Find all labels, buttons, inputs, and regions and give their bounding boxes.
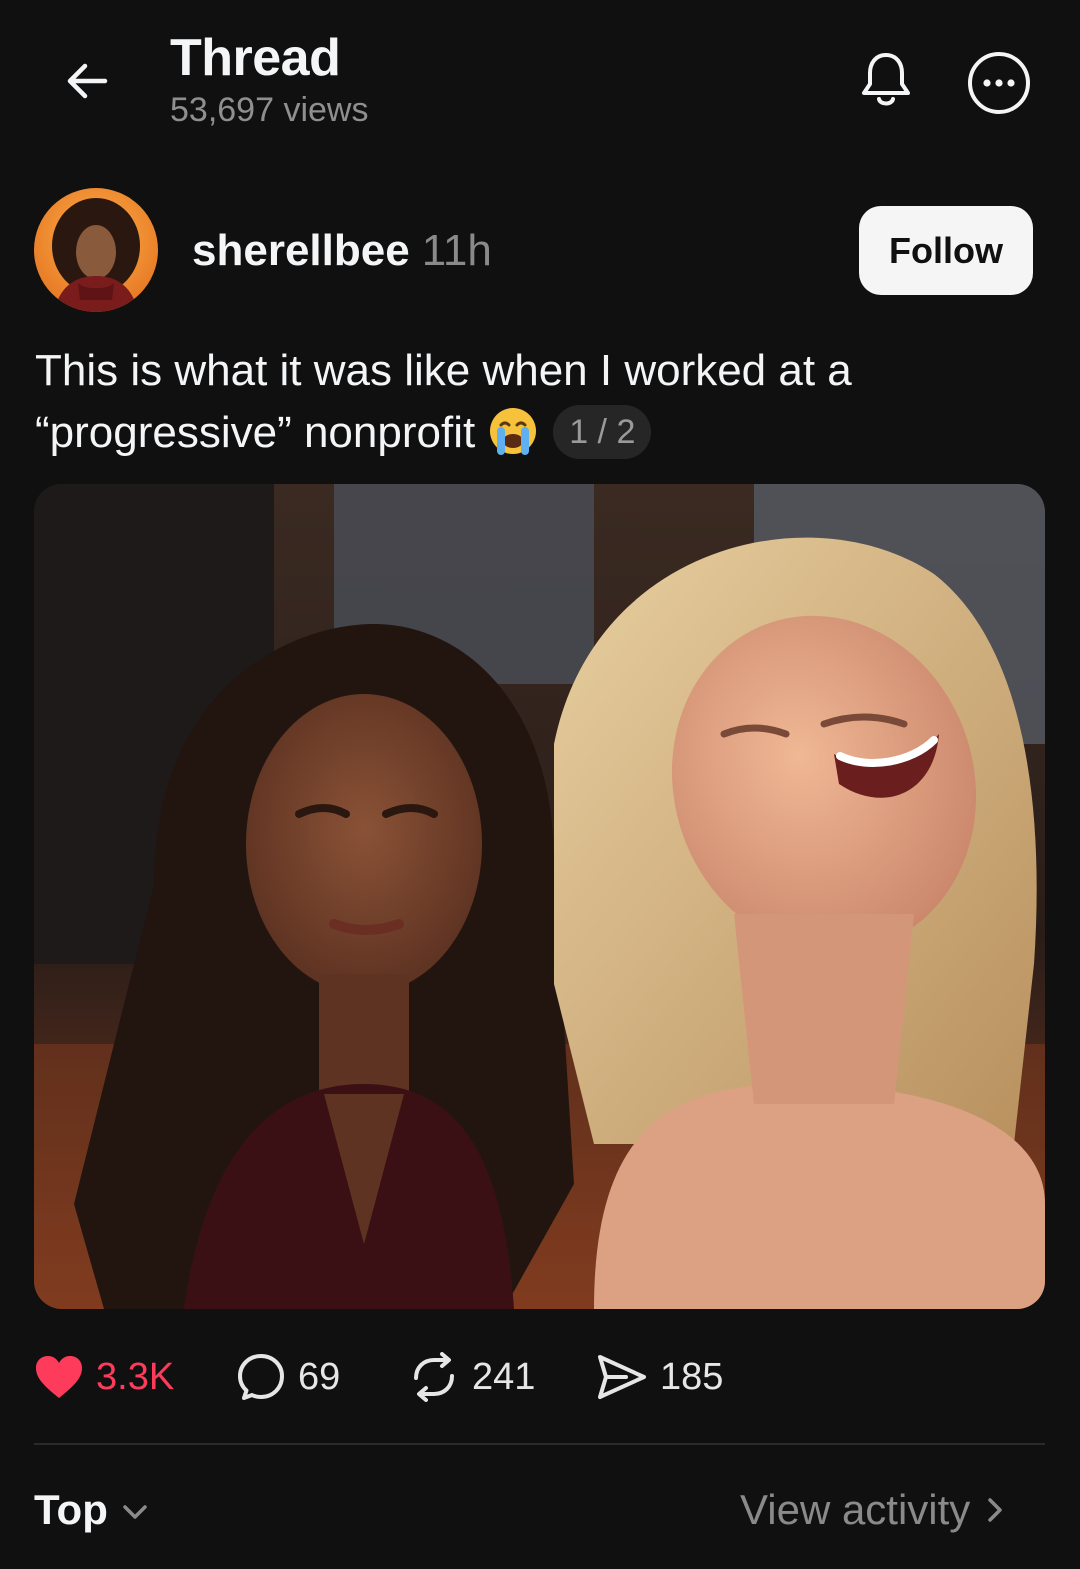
photo-illustration xyxy=(34,484,1045,1309)
crying-face-icon xyxy=(490,408,537,455)
comment-icon xyxy=(238,1354,284,1400)
sort-dropdown[interactable]: Top xyxy=(34,1480,152,1540)
view-activity-label: View activity xyxy=(740,1486,971,1533)
like-button[interactable]: 3.3K xyxy=(34,1345,174,1409)
avatar[interactable] xyxy=(34,188,158,312)
like-count: 3.3K xyxy=(96,1355,175,1398)
sort-label: Top xyxy=(34,1486,108,1533)
chevron-down-icon xyxy=(123,1505,147,1519)
heart-icon xyxy=(36,1356,82,1398)
post-text: “progressive” nonprofit xyxy=(35,408,476,457)
divider xyxy=(34,1443,1045,1445)
post-body: This is what it was like when I worked a… xyxy=(35,340,1045,464)
post-text-line: “progressive” nonprofit 1 / 2 xyxy=(35,402,1045,464)
post-image[interactable] xyxy=(34,484,1045,1309)
view-count: 53,697 views xyxy=(170,91,369,129)
page-title: Thread xyxy=(170,29,341,87)
chevron-right-icon xyxy=(988,1498,1003,1522)
more-options-button[interactable] xyxy=(960,44,1038,122)
author-line: sherellbee 11h xyxy=(192,224,492,278)
follow-button[interactable]: Follow xyxy=(859,206,1033,295)
reply-count: 69 xyxy=(298,1355,341,1398)
more-icon xyxy=(968,52,1030,114)
share-button[interactable]: 185 xyxy=(596,1345,723,1409)
post-timestamp: 11h xyxy=(421,226,492,275)
back-button[interactable] xyxy=(52,46,122,116)
send-icon xyxy=(598,1355,646,1399)
repost-icon xyxy=(414,1352,454,1402)
notifications-button[interactable] xyxy=(850,44,922,116)
username[interactable]: sherellbee xyxy=(192,226,410,275)
bell-icon xyxy=(862,53,910,106)
arrow-left-icon xyxy=(67,63,108,99)
reply-button[interactable]: 69 xyxy=(236,1345,340,1409)
repost-count: 241 xyxy=(472,1355,536,1398)
avatar-image xyxy=(34,188,158,312)
media-page-indicator: 1 / 2 xyxy=(553,405,652,459)
view-activity-link[interactable]: View activity xyxy=(740,1480,1012,1540)
share-count: 185 xyxy=(660,1355,724,1398)
post-text-line: This is what it was like when I worked a… xyxy=(35,346,852,395)
repost-button[interactable]: 241 xyxy=(408,1345,535,1409)
